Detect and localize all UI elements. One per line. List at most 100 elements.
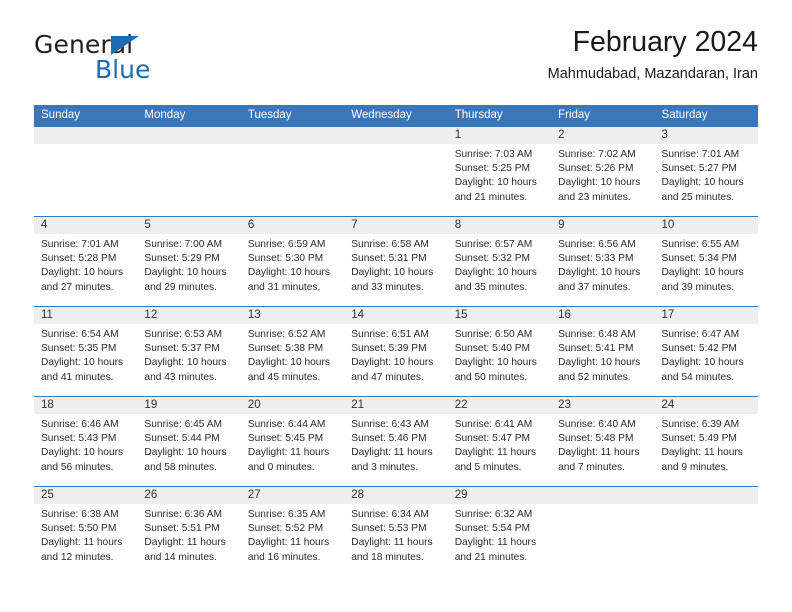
- weekday-header-wednesday: Wednesday: [344, 105, 448, 127]
- calendar-day-cell[interactable]: 5 Sunrise: 7:00 AM Sunset: 5:29 PM Daylight…: [137, 215, 241, 307]
- day-number: 26: [137, 486, 241, 504]
- daylight-text-line1: Daylight: 11 hours: [247, 447, 330, 459]
- sunrise-text: Sunrise: 6:35 AM: [247, 508, 326, 520]
- daylight-text-line1: Daylight: 10 hours: [247, 267, 330, 279]
- day-number: 1: [447, 126, 552, 144]
- day-number: 23: [551, 396, 655, 414]
- daylight-text-line2: and 27 minutes.: [41, 281, 114, 293]
- calendar-day-cell[interactable]: 10 Sunrise: 6:55 AM Sunset: 5:34 PM Dayligh…: [654, 215, 758, 307]
- calendar-body: 1 Sunrise: 7:03 AM Sunset: 5:25 PM Daylight…: [34, 126, 758, 576]
- day-number: 24: [654, 396, 758, 414]
- calendar-day-cell[interactable]: 29 Sunrise: 6:32 AM Sunset: 5:54 PM Dayligh…: [447, 485, 552, 576]
- calendar-day-cell[interactable]: 17 Sunrise: 6:47 AM Sunset: 5:42 PM Dayligh…: [654, 305, 758, 397]
- calendar-day-cell[interactable]: 24 Sunrise: 6:39 AM Sunset: 5:49 PM Dayligh…: [654, 395, 758, 487]
- calendar-day-cell[interactable]: 23 Sunrise: 6:40 AM Sunset: 5:48 PM Dayligh…: [551, 395, 655, 487]
- calendar-day-cell[interactable]: 19 Sunrise: 6:45 AM Sunset: 5:44 PM Dayligh…: [137, 395, 241, 487]
- day-details: Sunrise: 7:00 AM Sunset: 5:29 PM Daylight:…: [137, 234, 240, 306]
- sunrise-text: Sunrise: 6:38 AM: [41, 508, 119, 520]
- calendar-day-cell[interactable]: 27 Sunrise: 6:35 AM Sunset: 5:52 PM Dayligh…: [240, 485, 345, 576]
- sunrise-text: Sunrise: 7:02 AM: [558, 148, 636, 160]
- calendar-day-cell[interactable]: 14 Sunrise: 6:51 AM Sunset: 5:39 PM Dayligh…: [344, 305, 448, 397]
- day-details: Sunrise: 6:47 AM Sunset: 5:42 PM Daylight:…: [655, 324, 758, 396]
- weekday-header-sunday: Sunday: [34, 105, 138, 127]
- day-number: 15: [447, 306, 552, 324]
- day-details: Sunrise: 6:57 AM Sunset: 5:32 PM Daylight:…: [448, 234, 551, 306]
- calendar-day-cell[interactable]: 4 Sunrise: 7:01 AM Sunset: 5:28 PM Daylight…: [34, 215, 138, 307]
- sunset-text: Sunset: 5:41 PM: [558, 343, 634, 355]
- calendar-day-cell[interactable]: 21 Sunrise: 6:43 AM Sunset: 5:46 PM Dayligh…: [344, 395, 448, 487]
- calendar-day-cell[interactable]: 15 Sunrise: 6:50 AM Sunset: 5:40 PM Dayligh…: [447, 305, 552, 397]
- page-header: General Blue February 2024 Mahmudabad, M…: [34, 26, 758, 98]
- day-details: Sunrise: 6:59 AM Sunset: 5:30 PM Daylight:…: [241, 234, 344, 306]
- weekday-header-thursday: Thursday: [447, 105, 552, 127]
- day-number: 27: [240, 486, 345, 504]
- day-details: Sunrise: 7:01 AM Sunset: 5:28 PM Daylight:…: [34, 234, 137, 306]
- day-details: Sunrise: 6:39 AM Sunset: 5:49 PM Daylight:…: [655, 414, 758, 486]
- day-details: Sunrise: 6:52 AM Sunset: 5:38 PM Daylight:…: [241, 324, 344, 396]
- daylight-text-line1: Daylight: 10 hours: [41, 357, 124, 369]
- sunrise-text: Sunrise: 7:01 AM: [661, 148, 740, 160]
- day-number: [551, 486, 655, 504]
- day-details: Sunrise: 6:40 AM Sunset: 5:48 PM Daylight:…: [551, 414, 654, 486]
- calendar-day-cell[interactable]: 18 Sunrise: 6:46 AM Sunset: 5:43 PM Dayligh…: [34, 395, 138, 487]
- day-number: 11: [34, 306, 138, 324]
- sunset-text: Sunset: 5:37 PM: [144, 343, 220, 355]
- sunset-text: Sunset: 5:39 PM: [351, 343, 427, 355]
- day-details: Sunrise: 6:44 AM Sunset: 5:45 PM Daylight:…: [241, 414, 344, 486]
- sunrise-text: Sunrise: 6:57 AM: [454, 238, 533, 250]
- calendar-day-cell[interactable]: 2 Sunrise: 7:02 AM Sunset: 5:26 PM Daylight…: [551, 126, 655, 217]
- calendar-day-cell[interactable]: 3 Sunrise: 7:01 AM Sunset: 5:27 PM Daylight…: [654, 126, 758, 217]
- calendar-day-cell[interactable]: 7 Sunrise: 6:58 AM Sunset: 5:31 PM Daylight…: [344, 215, 448, 307]
- daylight-text-line2: and 5 minutes.: [454, 461, 522, 473]
- daylight-text-line2: and 47 minutes.: [351, 371, 424, 383]
- day-details: Sunrise: 6:46 AM Sunset: 5:43 PM Daylight:…: [34, 414, 137, 486]
- day-number: 7: [344, 216, 448, 234]
- calendar-day-cell-empty: [344, 126, 448, 217]
- calendar-day-cell[interactable]: 28 Sunrise: 6:34 AM Sunset: 5:53 PM Dayligh…: [344, 485, 448, 576]
- day-details: Sunrise: 6:32 AM Sunset: 5:54 PM Daylight:…: [448, 504, 551, 576]
- calendar-day-cell[interactable]: 1 Sunrise: 7:03 AM Sunset: 5:25 PM Daylight…: [447, 126, 552, 217]
- calendar-day-cell[interactable]: 11 Sunrise: 6:54 AM Sunset: 5:35 PM Dayligh…: [34, 305, 138, 397]
- day-number: 14: [344, 306, 448, 324]
- calendar-day-cell[interactable]: 16 Sunrise: 6:48 AM Sunset: 5:41 PM Dayligh…: [551, 305, 655, 397]
- daylight-text-line1: Daylight: 10 hours: [41, 267, 124, 279]
- calendar-day-cell[interactable]: 25 Sunrise: 6:38 AM Sunset: 5:50 PM Dayligh…: [34, 485, 138, 576]
- calendar-day-cell[interactable]: 13 Sunrise: 6:52 AM Sunset: 5:38 PM Dayligh…: [240, 305, 345, 397]
- daylight-text-line2: and 23 minutes.: [558, 191, 631, 203]
- sunset-text: Sunset: 5:50 PM: [41, 523, 117, 535]
- calendar-day-cell-empty: [240, 126, 345, 217]
- sunrise-text: Sunrise: 6:43 AM: [351, 418, 429, 430]
- sunrise-text: Sunrise: 6:40 AM: [558, 418, 636, 430]
- day-number: [654, 486, 758, 504]
- daylight-text-line2: and 7 minutes.: [558, 461, 625, 473]
- daylight-text-line2: and 33 minutes.: [351, 281, 424, 293]
- day-details: [551, 504, 654, 576]
- daylight-text-line1: Daylight: 11 hours: [144, 537, 226, 549]
- calendar-day-cell[interactable]: 26 Sunrise: 6:36 AM Sunset: 5:51 PM Dayligh…: [137, 485, 241, 576]
- day-number: 2: [551, 126, 655, 144]
- calendar-day-cell[interactable]: 6 Sunrise: 6:59 AM Sunset: 5:30 PM Daylight…: [240, 215, 345, 307]
- calendar-day-cell[interactable]: 9 Sunrise: 6:56 AM Sunset: 5:33 PM Daylight…: [551, 215, 655, 307]
- day-number: [240, 126, 345, 144]
- day-number: 16: [551, 306, 655, 324]
- sunset-text: Sunset: 5:32 PM: [454, 253, 531, 265]
- calendar-day-cell[interactable]: 8 Sunrise: 6:57 AM Sunset: 5:32 PM Daylight…: [447, 215, 552, 307]
- day-number: 17: [654, 306, 758, 324]
- sunset-text: Sunset: 5:31 PM: [351, 253, 427, 265]
- sunset-text: Sunset: 5:25 PM: [454, 163, 531, 175]
- sunset-text: Sunset: 5:26 PM: [558, 163, 634, 175]
- daylight-text-line1: Daylight: 11 hours: [351, 447, 433, 459]
- calendar-day-cell[interactable]: 20 Sunrise: 6:44 AM Sunset: 5:45 PM Dayligh…: [240, 395, 345, 487]
- day-details: [137, 144, 240, 216]
- daylight-text-line1: Daylight: 11 hours: [351, 537, 433, 549]
- sunset-text: Sunset: 5:49 PM: [661, 433, 737, 445]
- daylight-text-line2: and 52 minutes.: [558, 371, 631, 383]
- sunrise-text: Sunrise: 6:44 AM: [247, 418, 326, 430]
- sunset-text: Sunset: 5:44 PM: [144, 433, 220, 445]
- brand-logo[interactable]: General Blue: [34, 32, 264, 94]
- calendar-day-cell[interactable]: 12 Sunrise: 6:53 AM Sunset: 5:37 PM Dayligh…: [137, 305, 241, 397]
- day-details: Sunrise: 6:34 AM Sunset: 5:53 PM Daylight:…: [344, 504, 447, 576]
- day-details: [241, 144, 344, 216]
- calendar-day-cell[interactable]: 22 Sunrise: 6:41 AM Sunset: 5:47 PM Dayligh…: [447, 395, 552, 487]
- sunset-text: Sunset: 5:33 PM: [558, 253, 634, 265]
